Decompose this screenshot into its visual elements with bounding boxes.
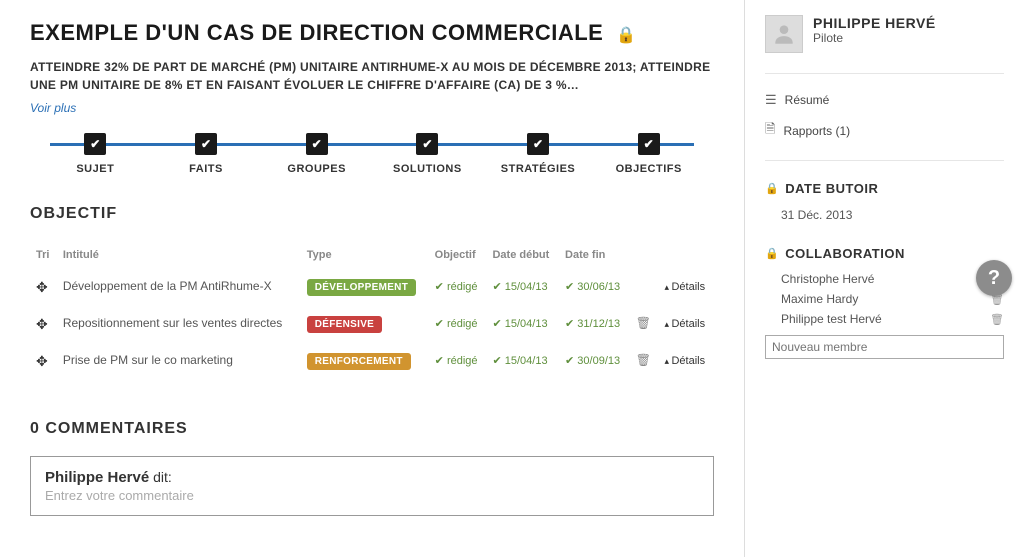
check-icon: ✔ (306, 133, 328, 155)
lock-icon: 🔒 (765, 182, 779, 195)
help-button[interactable]: ? (976, 260, 1012, 296)
step-label: STRATÉGIES (501, 163, 575, 175)
page-title: EXEMPLE D'UN CAS DE DIRECTION COMMERCIAL… (30, 20, 714, 46)
collab-member: Christophe Hervé 🗑 (765, 269, 1004, 289)
step-objectifs[interactable]: ✔ OBJECTIFS (593, 133, 704, 175)
details-toggle[interactable]: Détails (664, 355, 705, 367)
heading-text: DATE BUTOIR (785, 181, 878, 196)
row-fin: 30/09/13 (565, 355, 620, 367)
col-objectif: Objectif (429, 241, 487, 269)
step-label: SUJET (76, 163, 114, 175)
collaboration-heading: 🔒 COLLABORATION (765, 246, 1004, 261)
progress-steps: ✔ SUJET ✔ FAITS ✔ GROUPES ✔ SOLUTIONS ✔ STRAT… (30, 133, 714, 175)
drag-handle-icon[interactable]: ✥ (36, 353, 48, 369)
row-intitule: Développement de la PM AntiRhume-X (57, 269, 301, 306)
table-row: ✥ Repositionnement sur les ventes direct… (30, 306, 714, 343)
divider (765, 160, 1004, 161)
list-icon: ☰ (765, 92, 777, 108)
page-title-text: EXEMPLE D'UN CAS DE DIRECTION COMMERCIAL… (30, 20, 603, 45)
step-label: OBJECTIFS (616, 163, 682, 175)
link-label: Rapports (1) (783, 124, 850, 138)
row-objectif: rédigé (435, 281, 478, 293)
collaboration-section: 🔒 COLLABORATION Christophe Hervé 🗑 Maxim… (765, 246, 1004, 359)
member-name: Philippe test Hervé (781, 312, 882, 326)
deadline-section: 🔒 DATE BUTOIR 31 Déc. 2013 (765, 181, 1004, 226)
question-icon: ? (988, 267, 1000, 290)
objectif-heading: OBJECTIF (30, 205, 714, 223)
check-icon: ✔ (416, 133, 438, 155)
trash-icon[interactable]: 🗑 (990, 313, 1004, 326)
row-debut: 15/04/13 (492, 281, 547, 293)
profile-name: PHILIPPE HERVÉ (813, 15, 936, 31)
profile: PHILIPPE HERVÉ Pilote (765, 15, 1004, 53)
avatar (765, 15, 803, 53)
check-icon: ✔ (84, 133, 106, 155)
comment-placeholder: Entrez votre commentaire (45, 488, 699, 503)
col-tri: Tri (30, 241, 57, 269)
deadline-value: 31 Déc. 2013 (765, 204, 1004, 226)
check-icon: ✔ (638, 133, 660, 155)
new-member-input[interactable] (765, 335, 1004, 359)
check-icon: ✔ (195, 133, 217, 155)
link-label: Résumé (785, 93, 830, 107)
details-toggle[interactable]: Détails (664, 318, 705, 330)
trash-icon[interactable]: 🗑 (636, 353, 651, 367)
row-debut: 15/04/13 (492, 318, 547, 330)
comments-section: 0 COMMENTAIRES Philippe Hervé dit: Entre… (30, 420, 714, 516)
col-intitule: Intitulé (57, 241, 301, 269)
details-toggle[interactable]: Détails (664, 281, 705, 293)
step-strategies[interactable]: ✔ STRATÉGIES (483, 133, 594, 175)
row-intitule: Repositionnement sur les ventes directes (57, 306, 301, 343)
row-intitule: Prise de PM sur le co marketing (57, 343, 301, 380)
collab-member: Maxime Hardy 🗑 (765, 289, 1004, 309)
step-label: FAITS (189, 163, 223, 175)
type-badge: DÉFENSIVE (307, 316, 382, 333)
row-fin: 30/06/13 (565, 281, 620, 293)
lock-icon: 🔒 (765, 247, 779, 260)
type-badge: RENFORCEMENT (307, 353, 411, 370)
step-groupes[interactable]: ✔ GROUPES (261, 133, 372, 175)
trash-icon[interactable]: 🗑 (636, 316, 651, 330)
table-row: ✥ Prise de PM sur le co marketing RENFOR… (30, 343, 714, 380)
member-name: Maxime Hardy (781, 292, 858, 306)
sidebar-link-resume[interactable]: ☰ Résumé (765, 86, 1004, 114)
check-icon: ✔ (527, 133, 549, 155)
heading-text: COLLABORATION (785, 246, 905, 261)
deadline-heading: 🔒 DATE BUTOIR (765, 181, 1004, 196)
step-solutions[interactable]: ✔ SOLUTIONS (372, 133, 483, 175)
col-fin: Date fin (559, 241, 630, 269)
row-objectif: rédigé (435, 355, 478, 367)
row-objectif: rédigé (435, 318, 478, 330)
comment-box[interactable]: Philippe Hervé dit: Entrez votre comment… (30, 456, 714, 516)
objectif-table: Tri Intitulé Type Objectif Date début Da… (30, 241, 714, 380)
member-name: Christophe Hervé (781, 272, 874, 286)
drag-handle-icon[interactable]: ✥ (36, 279, 48, 295)
drag-handle-icon[interactable]: ✥ (36, 316, 48, 332)
table-row: ✥ Développement de la PM AntiRhume-X DÉV… (30, 269, 714, 306)
profile-role: Pilote (813, 31, 936, 45)
page-subtitle: ATTEINDRE 32% DE PART DE MARCHÉ (PM) UNI… (30, 58, 714, 94)
row-fin: 31/12/13 (565, 318, 620, 330)
step-label: SOLUTIONS (393, 163, 462, 175)
see-more-link[interactable]: Voir plus (30, 101, 76, 115)
comment-says: dit: (149, 469, 172, 485)
step-sujet[interactable]: ✔ SUJET (40, 133, 151, 175)
divider (765, 73, 1004, 74)
row-debut: 15/04/13 (492, 355, 547, 367)
lock-icon: 🔒 (616, 27, 636, 44)
step-label: GROUPES (287, 163, 346, 175)
comments-heading: 0 COMMENTAIRES (30, 420, 714, 438)
collab-member: Philippe test Hervé 🗑 (765, 309, 1004, 329)
comment-author: Philippe Hervé (45, 469, 149, 486)
col-debut: Date début (486, 241, 559, 269)
document-icon: 🗎 (765, 120, 775, 142)
col-type: Type (301, 241, 429, 269)
sidebar-link-rapports[interactable]: 🗎 Rapports (1) (765, 114, 1004, 148)
step-faits[interactable]: ✔ FAITS (151, 133, 262, 175)
type-badge: DÉVELOPPEMENT (307, 279, 416, 296)
